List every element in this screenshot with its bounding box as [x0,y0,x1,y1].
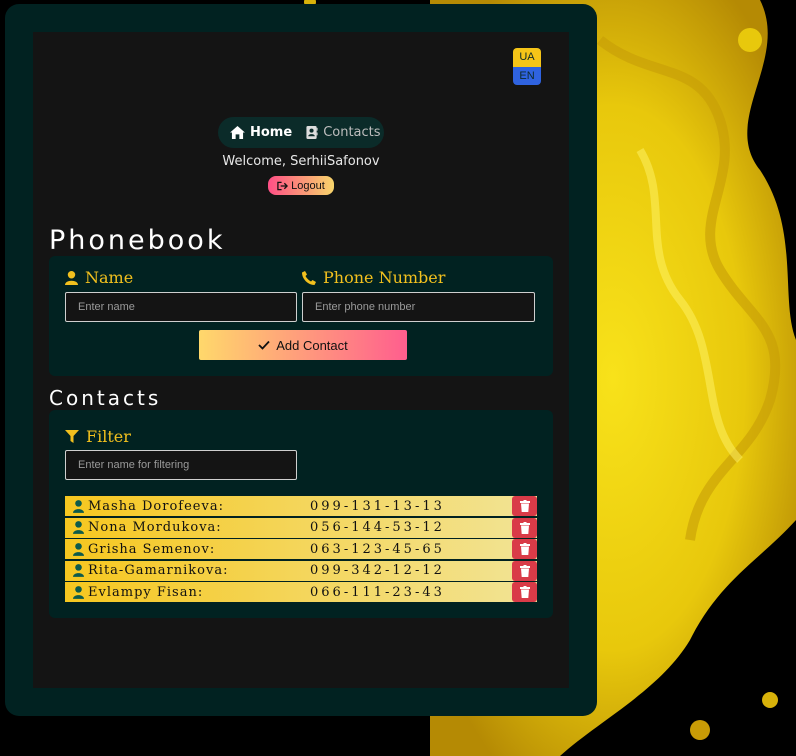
contact-name: Grisha Semenov: [88,541,216,557]
contact-phone: 056-144-53-12 [310,520,445,535]
logout-button[interactable]: Logout [268,176,334,195]
address-book-icon [306,126,318,139]
trash-icon [519,586,530,598]
add-contact-form: Name Phone Number Add Contact [49,256,553,376]
add-contact-button[interactable]: Add Contact [199,330,407,360]
filter-label-text: Filter [86,427,131,446]
trash-icon [519,564,530,577]
phone-icon [302,270,316,285]
user-icon [65,270,78,285]
home-icon [230,126,245,139]
lang-en-button[interactable]: EN [513,66,541,85]
trash-icon [519,521,530,534]
phone-input[interactable] [302,292,535,322]
contact-name: Evlampy Fisan: [88,584,204,600]
contact-name: Nona Mordukova: [88,520,222,535]
contact-row: Rita-Gamarnikova: 099-342-12-12 [65,560,537,581]
delete-contact-button[interactable] [512,517,537,538]
contacts-heading: Contacts [49,386,162,410]
name-field-label: Name [65,268,133,287]
delete-contact-button[interactable] [512,560,537,581]
logout-icon [277,181,289,190]
contact-row: Masha Dorofeeva: 099-131-13-13 [65,496,537,516]
delete-contact-button[interactable] [512,582,537,602]
main-nav: Home Contacts [218,117,384,148]
person-icon [68,585,88,599]
welcome-text: Welcome, SerhiiSafonov [222,154,380,169]
delete-contact-button[interactable] [512,496,537,516]
delete-contact-button[interactable] [512,539,537,559]
check-icon [258,340,270,350]
contact-row: Nona Mordukova: 056-144-53-12 [65,517,537,538]
contact-phone: 063-123-45-65 [310,541,445,557]
contact-phone: 099-342-12-12 [310,563,445,578]
lang-ua-button[interactable]: UA [513,48,541,67]
page-title: Phonebook [49,225,226,256]
contact-name: Masha Dorofeeva: [88,498,224,514]
logout-label: Logout [291,179,325,192]
contact-name: Rita-Gamarnikova: [88,563,229,578]
trash-icon [519,543,530,555]
name-label-text: Name [85,268,134,287]
phone-field-label: Phone Number [302,268,445,287]
language-switcher: UA EN [513,48,541,85]
name-input[interactable] [65,292,297,322]
contact-row: Grisha Semenov: 063-123-45-65 [65,539,537,559]
filter-input[interactable] [65,450,297,480]
phone-label-text: Phone Number [323,268,446,287]
person-icon [68,564,88,577]
contact-row: Evlampy Fisan: 066-111-23-43 [65,582,537,602]
trash-icon [519,500,530,512]
nav-contacts-label: Contacts [323,125,381,140]
nav-home-label: Home [250,125,293,140]
person-icon [68,521,88,534]
filter-label: Filter [65,427,131,446]
contact-phone: 099-131-13-13 [310,498,445,514]
nav-contacts[interactable]: Contacts [306,125,381,140]
contacts-card: Filter Masha Dorofeeva: 099-131-13-13 Nona… [49,410,553,618]
add-contact-label: Add Contact [276,337,348,353]
person-icon [68,499,88,513]
contact-phone: 066-111-23-43 [310,584,445,600]
filter-icon [65,430,79,443]
nav-home[interactable]: Home [230,125,292,140]
person-icon [68,542,88,556]
